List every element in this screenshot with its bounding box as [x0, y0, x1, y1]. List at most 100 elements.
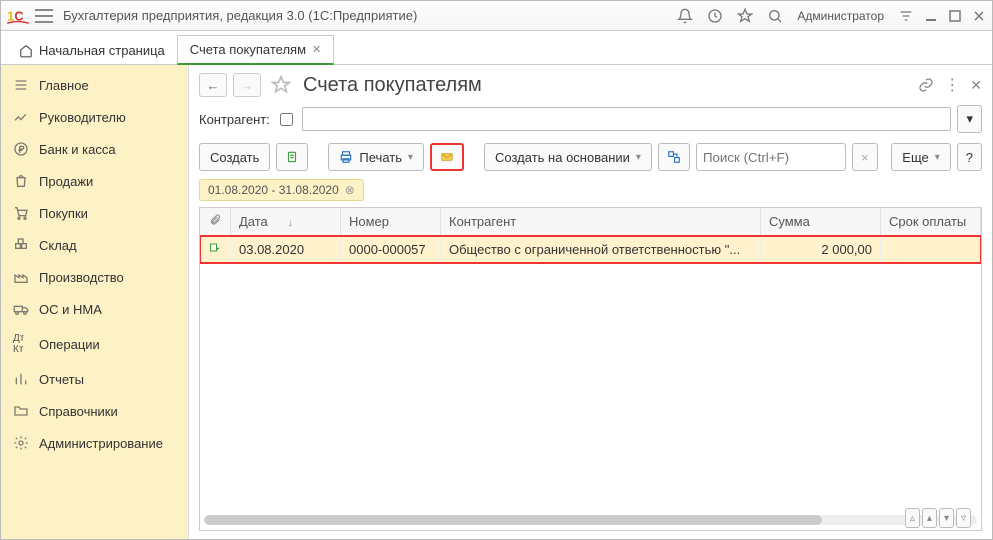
related-docs-button[interactable] — [658, 143, 690, 171]
col-date-label: Дата — [239, 214, 268, 229]
print-button[interactable]: Печать▾ — [328, 143, 424, 171]
copy-doc-icon — [285, 150, 299, 164]
tab-home[interactable]: Начальная страница — [7, 37, 177, 64]
settings-lines-icon[interactable] — [898, 8, 914, 24]
sidebar-item-purchases[interactable]: Покупки — [1, 197, 188, 229]
clear-search-button[interactable]: × — [852, 143, 878, 171]
create-button[interactable]: Создать — [199, 143, 270, 171]
filter-checkbox[interactable] — [280, 113, 293, 126]
app-title: Бухгалтерия предприятия, редакция 3.0 (1… — [63, 8, 677, 23]
nav-back-button[interactable]: ← — [199, 73, 227, 97]
sidebar-item-admin[interactable]: Администрирование — [1, 427, 188, 459]
bag-icon — [13, 173, 29, 189]
history-icon[interactable] — [707, 8, 723, 24]
sidebar-item-label: ОС и НМА — [39, 302, 102, 317]
contragent-filter-input[interactable] — [302, 107, 952, 131]
kebab-icon[interactable]: ⋮ — [944, 75, 960, 95]
cell-number: 0000-000057 — [341, 236, 441, 264]
star-icon[interactable] — [737, 8, 753, 24]
sidebar-item-label: Покупки — [39, 206, 88, 221]
search-icon[interactable] — [767, 8, 783, 24]
filter-label: Контрагент: — [199, 112, 270, 127]
sidebar-item-label: Главное — [39, 78, 89, 93]
print-button-label: Печать — [359, 150, 402, 165]
link-icon[interactable] — [918, 77, 934, 93]
cell-due — [881, 236, 981, 264]
envelope-icon — [440, 150, 454, 164]
scroll-up-button[interactable]: ▴ — [922, 508, 937, 528]
more-button-label: Еще — [902, 150, 928, 165]
col-date[interactable]: Дата↓ — [231, 208, 341, 236]
sidebar-item-production[interactable]: Производство — [1, 261, 188, 293]
col-due[interactable]: Срок оплаты — [881, 208, 981, 236]
horizontal-scrollbar[interactable] — [204, 510, 977, 530]
sidebar-item-warehouse[interactable]: Склад — [1, 229, 188, 261]
col-number[interactable]: Номер — [341, 208, 441, 236]
sidebar-item-manager[interactable]: Руководителю — [1, 101, 188, 133]
sidebar-item-operations[interactable]: ДтКтОперации — [1, 325, 188, 363]
create-based-button[interactable]: Создать на основании▾ — [484, 143, 652, 171]
paperclip-icon — [209, 214, 221, 226]
sidebar-item-main[interactable]: Главное — [1, 69, 188, 101]
sidebar-item-label: Отчеты — [39, 372, 84, 387]
titlebar: 1С Бухгалтерия предприятия, редакция 3.0… — [1, 1, 992, 31]
list-icon — [13, 77, 29, 93]
sidebar: Главное Руководителю Банк и касса Продаж… — [1, 65, 189, 539]
main-menu-button[interactable] — [35, 9, 53, 23]
period-filter-chip[interactable]: 01.08.2020 - 31.08.2020 ⊗ — [199, 179, 364, 201]
sidebar-item-label: Справочники — [39, 404, 118, 419]
filter-dropdown-button[interactable]: ▾ — [957, 105, 982, 133]
search-input[interactable] — [696, 143, 846, 171]
close-page-icon[interactable]: ✕ — [970, 77, 982, 94]
col-contragent-label: Контрагент — [449, 214, 516, 229]
printer-icon — [339, 150, 353, 164]
sidebar-item-reports[interactable]: Отчеты — [1, 363, 188, 395]
sidebar-item-label: Производство — [39, 270, 124, 285]
sidebar-item-sales[interactable]: Продажи — [1, 165, 188, 197]
nav-forward-button[interactable]: → — [233, 73, 261, 97]
home-icon — [19, 44, 33, 58]
col-sum[interactable]: Сумма — [761, 208, 881, 236]
folder-icon — [13, 403, 29, 419]
create-button-label: Создать — [210, 150, 259, 165]
sidebar-item-label: Продажи — [39, 174, 93, 189]
email-button[interactable] — [430, 143, 464, 171]
more-button[interactable]: Еще▾ — [891, 143, 950, 171]
period-chip-clear-icon[interactable]: ⊗ — [345, 183, 355, 197]
tab-active[interactable]: Счета покупателям ✕ — [177, 35, 334, 65]
table-row[interactable]: 03.08.2020 0000-000057 Общество с ограни… — [200, 236, 981, 264]
col-contragent[interactable]: Контрагент — [441, 208, 761, 236]
minimize-icon[interactable] — [924, 9, 938, 23]
sidebar-item-bank[interactable]: Банк и касса — [1, 133, 188, 165]
period-chip-label: 01.08.2020 - 31.08.2020 — [208, 183, 339, 197]
sidebar-item-catalogs[interactable]: Справочники — [1, 395, 188, 427]
scroll-down-button[interactable]: ▾ — [939, 508, 954, 528]
truck-icon — [13, 301, 29, 317]
create-based-label: Создать на основании — [495, 150, 630, 165]
content-area: ← → Счета покупателям ⋮ ✕ Контрагент: ▾ … — [189, 65, 992, 539]
bell-icon[interactable] — [677, 8, 693, 24]
window-close-icon[interactable] — [972, 9, 986, 23]
col-number-label: Номер — [349, 214, 389, 229]
user-label[interactable]: Администратор — [797, 9, 884, 23]
sidebar-item-label: Администрирование — [39, 436, 163, 451]
bars-icon — [13, 371, 29, 387]
maximize-icon[interactable] — [948, 9, 962, 23]
tab-home-label: Начальная страница — [39, 43, 165, 58]
favorite-star-icon[interactable] — [271, 75, 291, 95]
scroll-bottom-button[interactable]: ▿ — [956, 508, 971, 528]
chart-line-icon — [13, 109, 29, 125]
cell-sum: 2 000,00 — [761, 236, 881, 264]
help-button[interactable]: ? — [957, 143, 982, 171]
col-attachment[interactable] — [200, 208, 231, 236]
data-table: Дата↓ Номер Контрагент Сумма Срок оплаты… — [199, 207, 982, 531]
scroll-top-button[interactable]: ▵ — [905, 508, 920, 528]
linked-docs-icon — [667, 150, 681, 164]
ruble-icon — [13, 141, 29, 157]
tab-close-icon[interactable]: ✕ — [312, 43, 321, 56]
col-due-label: Срок оплаты — [889, 214, 966, 229]
copy-button[interactable] — [276, 143, 308, 171]
tab-bar: Начальная страница Счета покупателям ✕ — [1, 31, 992, 65]
page-title: Счета покупателям — [303, 74, 912, 97]
sidebar-item-assets[interactable]: ОС и НМА — [1, 293, 188, 325]
